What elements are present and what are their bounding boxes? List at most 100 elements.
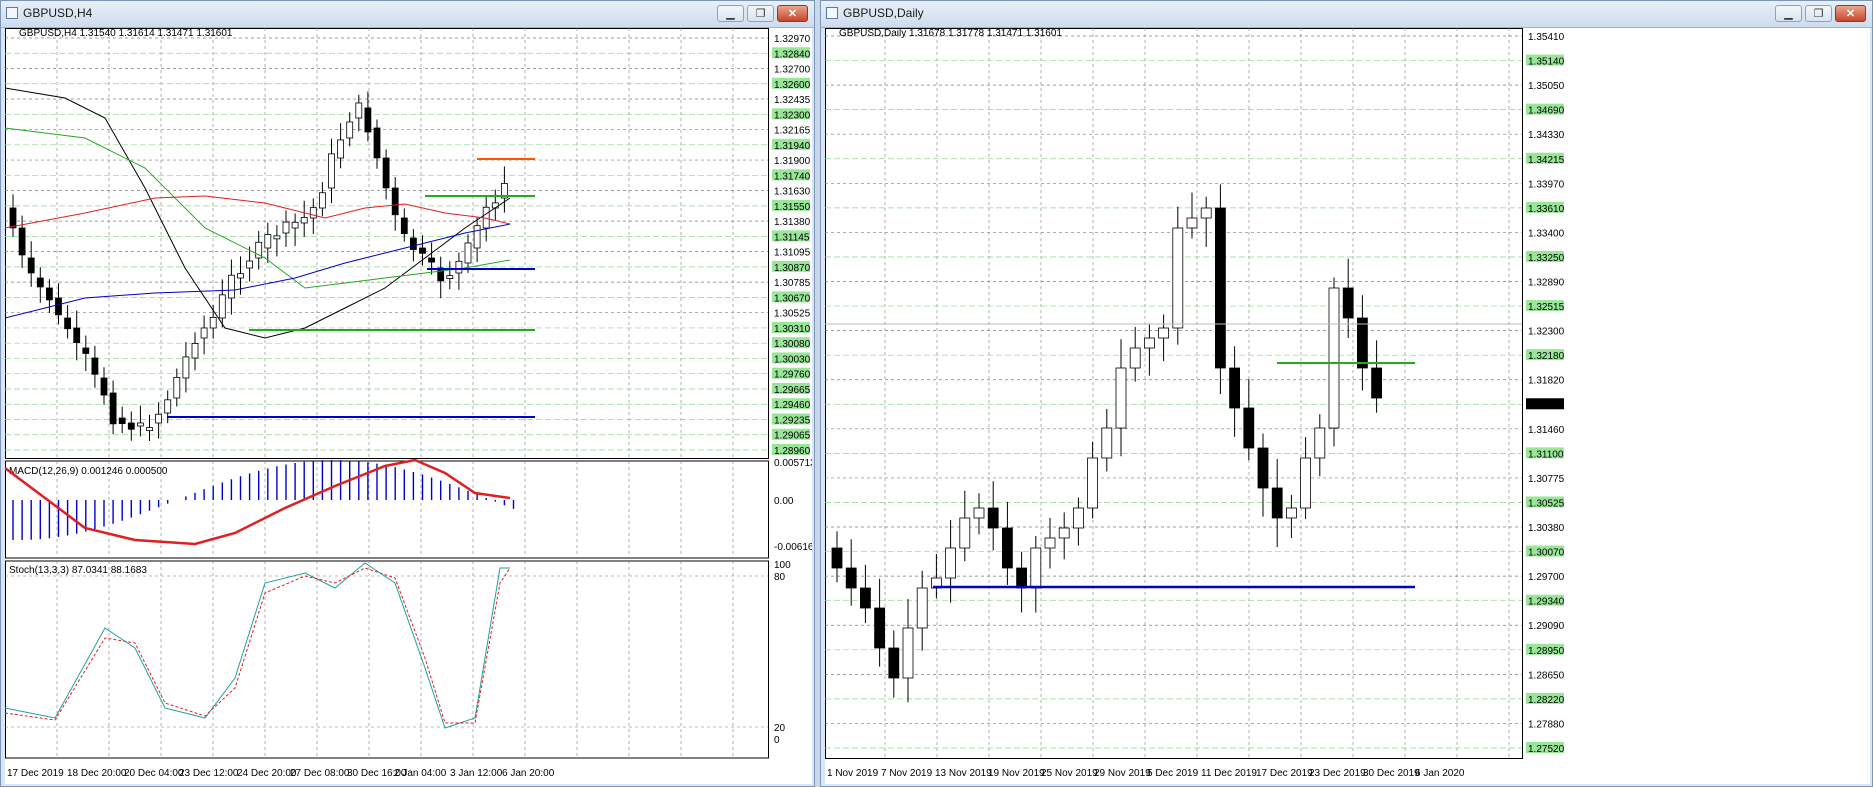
- candle-body: [428, 257, 436, 263]
- time-tick-label: 13 Nov 2019: [935, 768, 992, 779]
- price-tick-label: 1.32300: [774, 110, 811, 121]
- price-tick-label: 1.30080: [774, 339, 811, 350]
- candle-body: [73, 327, 81, 344]
- candle-body: [173, 377, 181, 399]
- restore-button[interactable]: ❐: [1805, 5, 1832, 22]
- candle-body: [888, 647, 900, 679]
- candle-body: [36, 277, 44, 288]
- window-icon: [6, 7, 18, 19]
- h4-chart[interactable]: 1.32970 1.32840 1.32700 1.32600 1.32435 1.323…: [5, 28, 812, 784]
- price-tick-label: 1.32890: [1528, 278, 1565, 289]
- daily-chart[interactable]: 1.35410 1.35140 1.35050 1.34690 1.34330 1.342…: [825, 28, 1870, 784]
- candle-body: [136, 422, 144, 427]
- candle-body: [1115, 367, 1127, 429]
- price-tick-label: 1.28960: [774, 446, 811, 457]
- price-tick-label: 1.32165: [774, 126, 811, 137]
- candle-body: [27, 257, 35, 274]
- h4-titlebar[interactable]: GBPUSD,H4 ▁ ❐ ✕: [1, 1, 814, 28]
- candle-body: [464, 242, 472, 264]
- candle-body: [874, 607, 885, 649]
- macd-tick-label: 0.005713: [774, 458, 812, 469]
- price-tick-label: 1.30870: [774, 263, 811, 274]
- price-tick-label: 1.31601: [1528, 400, 1565, 411]
- restore-button[interactable]: ❐: [747, 5, 774, 22]
- daily-titlebar[interactable]: GBPUSD,Daily ▁ ❐ ✕: [821, 1, 1872, 28]
- candle-body: [1328, 287, 1340, 429]
- candle-body: [1001, 527, 1013, 569]
- candle-body: [1158, 327, 1170, 339]
- price-tick-label: 1.30775: [1528, 474, 1565, 485]
- candle-body: [400, 217, 408, 235]
- candle-body: [1016, 567, 1028, 589]
- price-tick-label: 1.30030: [774, 354, 811, 365]
- candle-body: [18, 227, 26, 256]
- minimize-button[interactable]: ▁: [1775, 5, 1802, 22]
- candle-body: [959, 517, 971, 549]
- price-tick-label: 1.28220: [1528, 695, 1565, 706]
- close-button[interactable]: ✕: [777, 5, 808, 22]
- candle-body: [1129, 347, 1141, 369]
- daily-chart-canvas[interactable]: 1.35410 1.35140 1.35050 1.34690 1.34330 1.342…: [825, 28, 1870, 784]
- candle-body: [309, 207, 317, 219]
- candle-body: [1143, 337, 1155, 349]
- time-tick-label: 23 Dec 12:00: [179, 768, 239, 779]
- candle-body: [945, 547, 956, 579]
- candle-body: [237, 273, 244, 279]
- candle-body: [227, 274, 235, 299]
- candle-body: [328, 153, 335, 189]
- price-tick-label: 1.31100: [1528, 449, 1564, 460]
- window-title: GBPUSD,H4: [23, 6, 93, 20]
- stoch-tick-label: 80: [774, 572, 786, 583]
- candle-body: [409, 237, 417, 250]
- price-tick-label: 1.29090: [1528, 621, 1565, 632]
- price-tick-label: 1.32600: [774, 80, 811, 91]
- price-tick-label: 1.31095: [774, 248, 811, 259]
- candle-body: [1357, 317, 1368, 369]
- candle-body: [364, 107, 372, 133]
- candle-body: [1186, 217, 1198, 229]
- close-icon: ✕: [1845, 8, 1856, 20]
- candle-body: [1342, 287, 1354, 319]
- price-tick-label: 1.28650: [1528, 670, 1565, 681]
- price-tick-label: 1.32300: [1528, 327, 1565, 338]
- time-tick-label: 29 Nov 2019: [1094, 768, 1151, 779]
- price-tick-label: 1.28950: [1528, 646, 1565, 657]
- price-tick-label: 1.33610: [1528, 204, 1565, 215]
- price-tick-label: 1.30670: [774, 293, 811, 304]
- stoch-tick-label: 0: [774, 735, 780, 746]
- price-tick-label: 1.29760: [774, 370, 811, 381]
- h4-chart-canvas[interactable]: 1.32970 1.32840 1.32700 1.32600 1.32435 1.323…: [5, 28, 812, 784]
- close-button[interactable]: ✕: [1835, 5, 1866, 22]
- candle-body: [1072, 507, 1084, 529]
- price-tick-label: 1.29340: [1528, 597, 1565, 608]
- price-tick-label: 1.32435: [774, 95, 811, 106]
- time-tick-label: 24 Dec 20:00: [237, 768, 297, 779]
- price-tick-label: 1.29700: [1528, 572, 1565, 583]
- price-tick-label: 1.29665: [774, 385, 811, 396]
- candle-body: [1314, 427, 1326, 459]
- candle-body: [1058, 527, 1070, 539]
- h4-chart-window[interactable]: GBPUSD,H4 ▁ ❐ ✕ 1.32970 1.32840 1.32700 1.3…: [0, 0, 815, 787]
- time-tick-label: 1 Nov 2019: [827, 768, 879, 779]
- ma-black-line: [5, 87, 511, 339]
- price-tick-label: 1.33970: [1528, 179, 1565, 190]
- candle-body: [382, 157, 390, 189]
- daily-chart-window[interactable]: GBPUSD,Daily ▁ ❐ ✕ 1.35410 1.35140 1.35050…: [820, 0, 1873, 787]
- time-tick-label: 27 Dec 08:00: [290, 768, 350, 779]
- minimize-button[interactable]: ▁: [717, 5, 744, 22]
- candle-body: [337, 139, 345, 159]
- restore-icon: ❐: [1813, 8, 1824, 20]
- stoch-tick-label: 20: [774, 723, 786, 734]
- candle-body: [218, 294, 226, 319]
- candle-body: [1371, 367, 1382, 399]
- price-tick-label: 1.30380: [1528, 523, 1565, 534]
- price-tick-label: 1.31145: [774, 232, 810, 243]
- candle-body: [91, 357, 99, 375]
- candle-body: [1229, 367, 1241, 409]
- price-tick-label: 1.32840: [774, 49, 811, 60]
- candle-body: [1030, 547, 1042, 589]
- price-tick-label: 1.35140: [1528, 57, 1565, 68]
- candle-body: [1285, 507, 1297, 519]
- price-tick-label: 1.31630: [774, 187, 811, 198]
- time-tick-label: 30 Dec 2019: [1363, 768, 1420, 779]
